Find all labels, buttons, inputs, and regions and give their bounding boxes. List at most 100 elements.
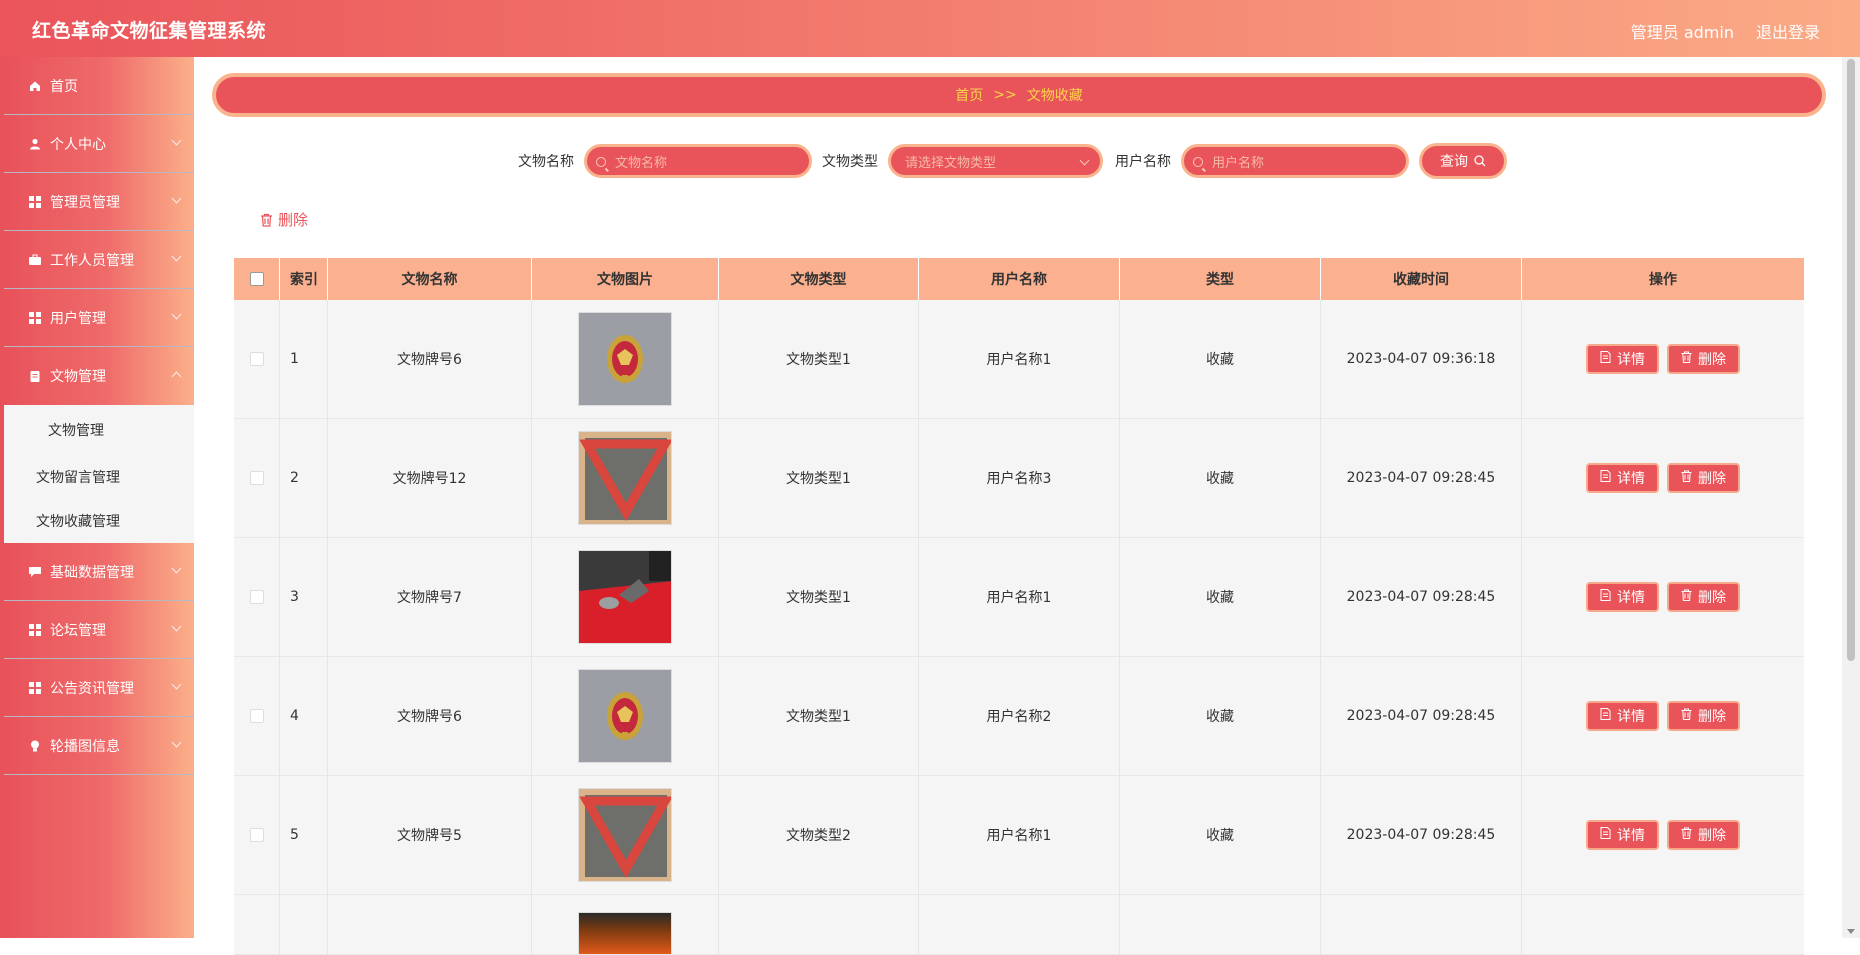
relic-type-select[interactable]: 请选择文物类型: [888, 144, 1103, 178]
row-select-cell: [234, 657, 280, 775]
home-icon: [28, 79, 42, 93]
chevron-down-icon: [171, 193, 182, 204]
search-icon: [1193, 157, 1203, 167]
cell-relic-image: [532, 538, 719, 656]
relic-thumbnail[interactable]: [578, 912, 672, 954]
relic-thumbnail[interactable]: [578, 788, 672, 882]
delete-button-label: 删除: [1698, 471, 1726, 487]
sidebar-item-label: 轮播图信息: [50, 738, 120, 755]
trash-icon: [1681, 470, 1692, 486]
scroll-down-arrow-icon[interactable]: [1847, 929, 1855, 934]
sidebar-item-carousel[interactable]: 轮播图信息: [4, 717, 194, 775]
delete-button-label: 删除: [1698, 590, 1726, 606]
breadcrumb-home[interactable]: 首页: [955, 85, 983, 105]
main-content: 首页 >> 文物收藏 文物名称 文物名称 文物类型 请选择文物类型 用户名称 用…: [194, 57, 1842, 955]
col-header-type: 文物类型: [719, 258, 919, 300]
sidebar-item-admin[interactable]: 管理员管理: [4, 173, 194, 231]
scrollbar-thumb[interactable]: [1847, 59, 1855, 661]
sidebar-item-users[interactable]: 用户管理: [4, 289, 194, 347]
cell-relic-image: [532, 657, 719, 775]
row-checkbox[interactable]: [249, 709, 264, 723]
detail-button[interactable]: 详情: [1586, 582, 1659, 612]
col-header-user: 用户名称: [919, 258, 1120, 300]
chevron-down-icon: [171, 679, 182, 690]
delete-button[interactable]: 删除: [1667, 701, 1740, 731]
sidebar-item-label: 基础数据管理: [50, 564, 134, 581]
relic-thumbnail[interactable]: [578, 550, 672, 644]
detail-button[interactable]: 详情: [1586, 463, 1659, 493]
relics-submenu: 文物管理 文物留言管理 文物收藏管理: [4, 405, 194, 543]
table-row: 4 文物牌号6 文物类型1 用户名称2 收藏 2023-04-07 09:28:…: [234, 657, 1804, 776]
sidebar-item-label: 用户管理: [50, 310, 106, 327]
cell-user-name: 用户名称1: [919, 300, 1120, 418]
sidebar-item-profile[interactable]: 个人中心: [4, 115, 194, 173]
sidebar-item-label: 管理员管理: [50, 194, 120, 211]
delete-button[interactable]: 删除: [1667, 344, 1740, 374]
table-row: [234, 895, 1804, 955]
row-select-cell: [234, 419, 280, 537]
bulb-icon: [28, 739, 42, 753]
sidebar-item-news[interactable]: 公告资讯管理: [4, 659, 194, 717]
delete-button[interactable]: 删除: [1667, 820, 1740, 850]
table-row: 5 文物牌号5 文物类型2 用户名称1 收藏 2023-04-07 09:28:…: [234, 776, 1804, 895]
document-icon: [1600, 351, 1611, 367]
search-icon: [1474, 155, 1486, 167]
cell-kind: 收藏: [1120, 300, 1321, 418]
query-button[interactable]: 查询: [1419, 143, 1507, 179]
cell-index: 2: [280, 419, 328, 537]
row-checkbox[interactable]: [249, 828, 264, 842]
row-checkbox[interactable]: [249, 590, 264, 604]
detail-button[interactable]: 详情: [1586, 820, 1659, 850]
grid-icon: [28, 195, 42, 209]
cell-user-name: 用户名称1: [919, 776, 1120, 894]
sidebar-item-relics[interactable]: 文物管理: [4, 347, 194, 405]
chevron-down-icon: [171, 135, 182, 146]
cell-relic-image: [532, 776, 719, 894]
chevron-down-icon: [171, 563, 182, 574]
submenu-item-relic-manage[interactable]: 文物管理: [4, 405, 194, 455]
detail-button[interactable]: 详情: [1586, 701, 1659, 731]
cell-user-name: 用户名称2: [919, 657, 1120, 775]
chevron-up-icon: [171, 371, 182, 382]
delete-button[interactable]: 删除: [1667, 582, 1740, 612]
row-checkbox[interactable]: [249, 471, 264, 485]
page-scrollbar[interactable]: [1842, 57, 1860, 938]
sidebar-item-label: 文物管理: [50, 369, 106, 385]
sidebar-item-label: 工作人员管理: [50, 252, 134, 269]
detail-button-label: 详情: [1617, 352, 1645, 368]
detail-button[interactable]: 详情: [1586, 344, 1659, 374]
relic-thumbnail[interactable]: [578, 312, 672, 406]
cell-user-name: [919, 895, 1120, 954]
cell-actions: 详情 删除: [1522, 300, 1804, 418]
relic-thumbnail[interactable]: [578, 431, 672, 525]
relic-thumbnail[interactable]: [578, 669, 672, 763]
relic-name-label: 文物名称: [518, 154, 574, 170]
bulk-delete-button[interactable]: 删除: [260, 209, 308, 230]
col-header-actions: 操作: [1649, 272, 1677, 288]
submenu-item-relic-favorites[interactable]: 文物收藏管理: [4, 499, 194, 543]
cell-index: 4: [280, 657, 328, 775]
logout-link[interactable]: 退出登录: [1756, 19, 1820, 43]
grid-icon: [28, 311, 42, 325]
sidebar-item-basedata[interactable]: 基础数据管理: [4, 543, 194, 601]
sidebar: 首页 个人中心 管理员管理 工作人员管理 用户管理 文物管理 文物管理 文物留言…: [0, 57, 194, 938]
sidebar-item-staff[interactable]: 工作人员管理: [4, 231, 194, 289]
sidebar-item-forum[interactable]: 论坛管理: [4, 601, 194, 659]
cell-relic-type: [719, 895, 919, 954]
delete-button[interactable]: 删除: [1667, 463, 1740, 493]
user-name-input[interactable]: 用户名称: [1181, 144, 1409, 178]
relic-name-input[interactable]: 文物名称: [584, 144, 812, 178]
relic-type-placeholder: 请选择文物类型: [905, 155, 997, 171]
row-checkbox[interactable]: [249, 352, 264, 366]
breadcrumb-separator: >>: [993, 87, 1017, 103]
cell-relic-type: 文物类型1: [719, 657, 919, 775]
submenu-item-relic-comments[interactable]: 文物留言管理: [4, 455, 194, 499]
clipboard-icon: [28, 369, 42, 383]
select-all-checkbox[interactable]: [249, 272, 264, 286]
cell-index: 3: [280, 538, 328, 656]
cell-index: 5: [280, 776, 328, 894]
current-user-label: 管理员 admin: [1630, 23, 1734, 42]
sidebar-item-home[interactable]: 首页: [4, 57, 194, 115]
detail-button-label: 详情: [1617, 590, 1645, 606]
cell-favorite-time: 2023-04-07 09:28:45: [1321, 657, 1522, 775]
